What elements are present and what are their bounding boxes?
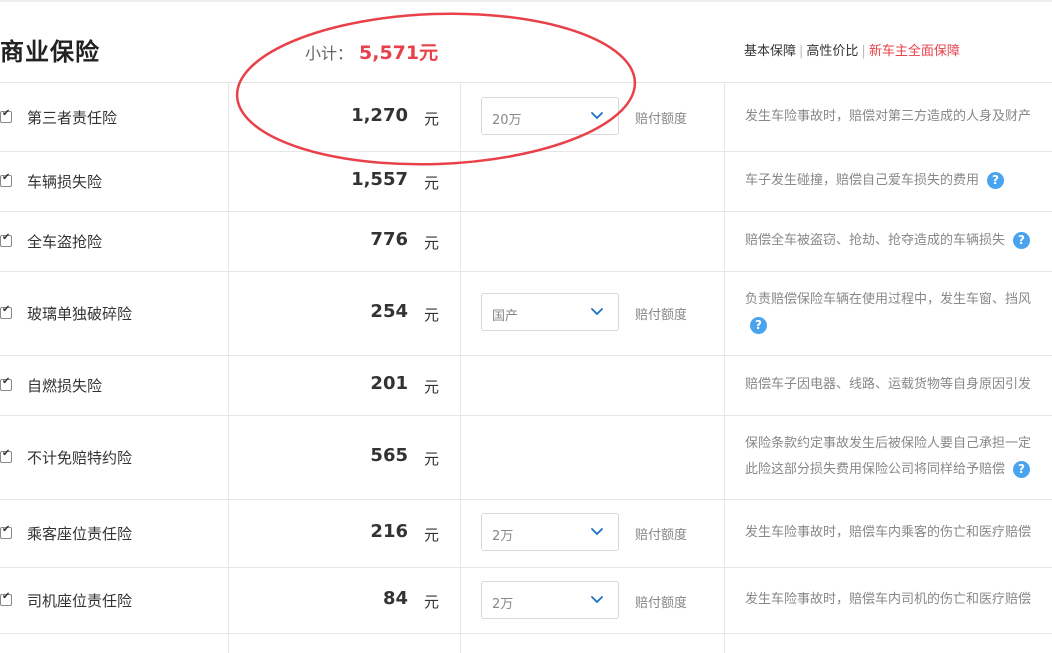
coverage-label: 赔付额度: [635, 596, 688, 611]
chevron-down-icon: [591, 308, 603, 315]
description-line: 发生车险事故时，赔偿车内乘客的伤亡和医疗赔偿: [745, 520, 1052, 546]
insurance-row: 玻璃单独破碎险 254 元 国产 赔付额度 负责赔偿保险车辆在使用过程中，发生车窗、挡…: [0, 271, 1052, 356]
description-line: 赔偿车子因电器、线路、运载货物等自身原因引发: [745, 372, 1052, 398]
insurance-row: 乘客座位责任险 216 元 2万 赔付额度 发生车险事故时，赔偿车内乘客的伤亡和医疗赔…: [0, 499, 1052, 568]
subtotal: 小计： 5,571元: [305, 38, 438, 65]
price-unit: 元: [424, 378, 440, 396]
description-line: 发生车险事故时，赔偿对第三方造成的人身及财产: [745, 104, 1052, 130]
commercial-insurance-header: 商业保险 小计： 5,571元 基本保障 | 高性价比 | 新车主全面保障: [0, 2, 1052, 83]
insurance-description: 赔偿全车被盗窃、抢劫、抢夺造成的车辆损失?: [745, 228, 1052, 254]
price-unit: 元: [424, 306, 440, 324]
description-text: 发生车险事故时，赔偿车内乘客的伤亡和医疗赔偿: [745, 525, 1032, 540]
coverage-select[interactable]: 20万: [481, 97, 619, 135]
insurance-checkbox[interactable]: [0, 591, 12, 606]
chevron-down-icon: [591, 596, 603, 603]
description-text: 发生车险事故时，赔偿对第三方造成的人身及财产: [745, 109, 1032, 124]
description-text: 发生车险事故时，赔偿车内司机的伤亡和医疗赔偿: [745, 592, 1032, 607]
coverage-select[interactable]: 2万: [481, 513, 619, 551]
description-text: 保险条款约定事故发生后被保险人要自己承担一定: [745, 436, 1032, 451]
coverage-select[interactable]: 2万: [481, 581, 619, 619]
insurance-checkbox[interactable]: [0, 108, 12, 123]
insurance-checkbox[interactable]: [0, 304, 12, 319]
insurance-name: 全车盗抢险: [27, 233, 103, 251]
insurance-description: 发生车险事故时，赔偿对第三方造成的人身及财产: [745, 104, 1052, 130]
subtotal-label: 小计：: [305, 44, 354, 63]
insurance-name: 自燃损失险: [27, 377, 103, 395]
coverage-select-value: 国产: [492, 309, 519, 324]
description-text: 赔偿全车被盗窃、抢劫、抢夺造成的车辆损失: [745, 233, 1006, 248]
price-unit: 元: [424, 593, 440, 611]
insurance-price: 565: [370, 445, 408, 466]
insurance-price: 84: [382, 588, 408, 609]
price-unit: 元: [424, 234, 440, 252]
description-line: 此险这部分损失费用保险公司将同样给予赔偿?: [745, 457, 1052, 483]
price-unit: 元: [424, 526, 440, 544]
insurance-checkbox[interactable]: [0, 232, 12, 247]
insurance-name: 司机座位责任险: [27, 592, 133, 610]
description-line: 保险条款约定事故发生后被保险人要自己承担一定: [745, 431, 1052, 457]
insurance-checkbox[interactable]: [0, 376, 12, 391]
description-line: 负责赔偿保险车辆在使用过程中，发生车窗、挡风: [745, 287, 1052, 313]
help-icon[interactable]: ?: [1013, 232, 1031, 249]
insurance-row: 第三者责任险 1,270 元 20万 赔付额度 发生车险事故时，赔偿对第三方造成的人身…: [0, 83, 1052, 152]
insurance-row: 全车盗抢险 776 元 赔偿全车被盗窃、抢劫、抢夺造成的车辆损失?: [0, 211, 1052, 272]
coverage-label: 赔付额度: [635, 308, 688, 323]
insurance-description: 发生车险事故时，赔偿车内乘客的伤亡和医疗赔偿: [745, 520, 1052, 546]
insurance-checkbox[interactable]: [0, 448, 12, 463]
insurance-description: 保险条款约定事故发生后被保险人要自己承担一定 此险这部分损失费用保险公司将同样给予…: [745, 431, 1052, 483]
plan-separator: |: [861, 44, 866, 59]
plan-value-link[interactable]: 高性价比: [806, 44, 858, 59]
coverage-select-value: 20万: [492, 113, 522, 128]
insurance-row: 车辆损失险 1,557 元 车子发生碰撞，赔偿自己爱车损失的费用?: [0, 151, 1052, 212]
description-text: 此险这部分损失费用保险公司将同样给予赔偿: [745, 462, 1006, 477]
insurance-price: 254: [370, 301, 408, 322]
chevron-down-icon: [591, 112, 603, 119]
insurance-description: 负责赔偿保险车辆在使用过程中，发生车窗、挡风?: [745, 287, 1052, 339]
insurance-price: 216: [370, 521, 408, 542]
insurance-row: 司机座位责任险 84 元 2万 赔付额度 发生车险事故时，赔偿车内司机的伤亡和医疗赔偿: [0, 567, 1052, 634]
coverage-label: 赔付额度: [635, 112, 688, 127]
insurance-name: 乘客座位责任险: [27, 525, 133, 543]
description-text: 车子发生碰撞，赔偿自己爱车损失的费用: [745, 173, 980, 188]
insurance-checkbox[interactable]: [0, 524, 12, 539]
insurance-price: 1,270: [351, 105, 408, 126]
insurance-description: 赔偿车子因电器、线路、运载货物等自身原因引发: [745, 372, 1052, 398]
insurance-price: 1,557: [351, 169, 408, 190]
insurance-row: 自燃损失险 201 元 赔偿车子因电器、线路、运载货物等自身原因引发: [0, 355, 1052, 416]
insurance-row: 不计免赔特约险565元保险条款约定事故发生后被保险人要自己承担一定此险这部分损失…: [0, 415, 1052, 500]
help-icon[interactable]: ?: [750, 317, 767, 334]
description-line: 赔偿全车被盗窃、抢劫、抢夺造成的车辆损失?: [745, 228, 1052, 254]
insurance-description: 发生车险事故时，赔偿车内司机的伤亡和医疗赔偿: [745, 587, 1052, 613]
coverage-select[interactable]: 国产: [481, 293, 619, 331]
section-title: 商业保险: [0, 38, 100, 66]
description-text: 负责赔偿保险车辆在使用过程中，发生车窗、挡风: [745, 292, 1032, 307]
plan-separator: |: [799, 44, 804, 59]
subtotal-amount: 5,571元: [359, 42, 439, 64]
insurance-name: 第三者责任险: [27, 109, 118, 127]
price-unit: 元: [424, 110, 440, 128]
help-icon[interactable]: ?: [1013, 461, 1031, 478]
coverage-select-value: 2万: [492, 529, 514, 544]
insurance-price: 776: [370, 229, 408, 250]
description-line: ?: [745, 313, 1052, 339]
coverage-label: 赔付额度: [635, 528, 688, 543]
description-line: 车子发生碰撞，赔偿自己爱车损失的费用?: [745, 168, 1052, 194]
chevron-down-icon: [591, 528, 603, 535]
insurance-name: 不计免赔特约险: [27, 449, 133, 467]
plan-options: 基本保障 | 高性价比 | 新车主全面保障: [744, 40, 960, 59]
insurance-name: 车辆损失险: [27, 173, 103, 191]
price-unit: 元: [424, 174, 440, 192]
insurance-description: 车子发生碰撞，赔偿自己爱车损失的费用?: [745, 168, 1052, 194]
insurance-checkbox[interactable]: [0, 172, 12, 187]
price-unit: 元: [424, 450, 440, 468]
insurance-price: 201: [370, 373, 408, 394]
plan-basic-link[interactable]: 基本保障: [744, 44, 796, 59]
insurance-name: 玻璃单独破碎险: [27, 305, 133, 323]
coverage-select-value: 2万: [492, 597, 514, 612]
help-icon[interactable]: ?: [987, 172, 1005, 189]
plan-new-owner-link[interactable]: 新车主全面保障: [869, 44, 960, 59]
description-line: 发生车险事故时，赔偿车内司机的伤亡和医疗赔偿: [745, 587, 1052, 613]
description-text: 赔偿车子因电器、线路、运载货物等自身原因引发: [745, 377, 1032, 392]
